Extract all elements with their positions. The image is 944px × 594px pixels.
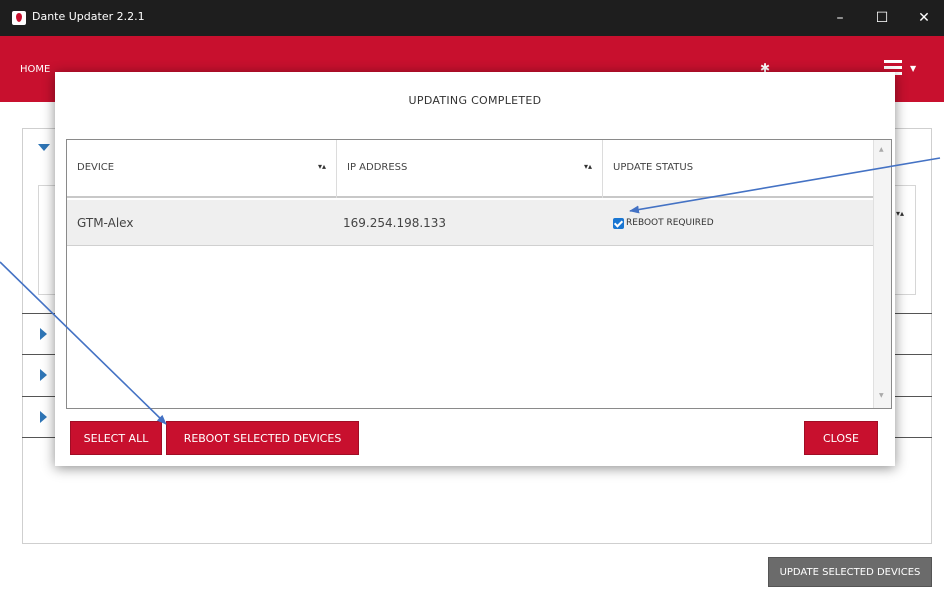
title-bar: Dante Updater 2.2.1 – ☐ ✕ — [0, 0, 944, 36]
column-label: UPDATE STATUS — [613, 162, 694, 173]
ip-address: 169.254.198.133 — [343, 216, 447, 230]
column-header-ip-address[interactable]: IP ADDRESS ▾▴ — [337, 140, 603, 198]
update-status: REBOOT REQUIRED — [613, 200, 714, 246]
device-status-table: DEVICE ▾▴ IP ADDRESS ▾▴ UPDATE STATUS GT… — [66, 139, 892, 409]
sort-icon[interactable]: ▾▴ — [896, 209, 904, 218]
table-header: DEVICE ▾▴ IP ADDRESS ▾▴ UPDATE STATUS — [67, 140, 873, 198]
column-label: IP ADDRESS — [347, 162, 408, 173]
dante-logo-icon — [12, 11, 26, 25]
table-row[interactable]: GTM-Alex 169.254.198.133 REBOOT REQUIRED — [67, 200, 873, 246]
column-header-update-status[interactable]: UPDATE STATUS — [603, 140, 873, 198]
expand-arrow-icon[interactable] — [38, 144, 50, 151]
sort-icon[interactable]: ▾▴ — [584, 162, 592, 171]
scroll-up-icon[interactable]: ▲ — [879, 146, 884, 153]
close-dialog-button[interactable]: CLOSE — [804, 421, 878, 455]
minimize-button[interactable]: – — [818, 0, 862, 36]
scrollbar[interactable]: ▲ ▼ — [873, 140, 891, 408]
device-name: GTM-Alex — [77, 216, 134, 230]
collapse-arrow-icon[interactable] — [40, 328, 47, 340]
collapse-arrow-icon[interactable] — [40, 411, 47, 423]
chevron-down-icon[interactable]: ▼ — [910, 64, 916, 73]
sort-icon[interactable]: ▾▴ — [318, 162, 326, 171]
reboot-checkbox[interactable] — [613, 217, 624, 229]
dialog-title: UPDATING COMPLETED — [408, 94, 542, 107]
close-window-button[interactable]: ✕ — [902, 0, 944, 36]
column-label: DEVICE — [77, 162, 115, 173]
scroll-down-icon[interactable]: ▼ — [879, 392, 884, 399]
status-label: REBOOT REQUIRED — [626, 218, 714, 228]
maximize-button[interactable]: ☐ — [860, 0, 904, 36]
home-tab[interactable]: HOME — [20, 64, 50, 75]
updating-completed-dialog: UPDATING COMPLETED DEVICE ▾▴ IP ADDRESS … — [55, 72, 895, 466]
column-header-device[interactable]: DEVICE ▾▴ — [67, 140, 337, 198]
window-title: Dante Updater 2.2.1 — [32, 10, 145, 23]
collapse-arrow-icon[interactable] — [40, 369, 47, 381]
update-selected-devices-button[interactable]: UPDATE SELECTED DEVICES — [768, 557, 932, 587]
reboot-selected-devices-button[interactable]: REBOOT SELECTED DEVICES — [166, 421, 359, 455]
select-all-button[interactable]: SELECT ALL — [70, 421, 162, 455]
